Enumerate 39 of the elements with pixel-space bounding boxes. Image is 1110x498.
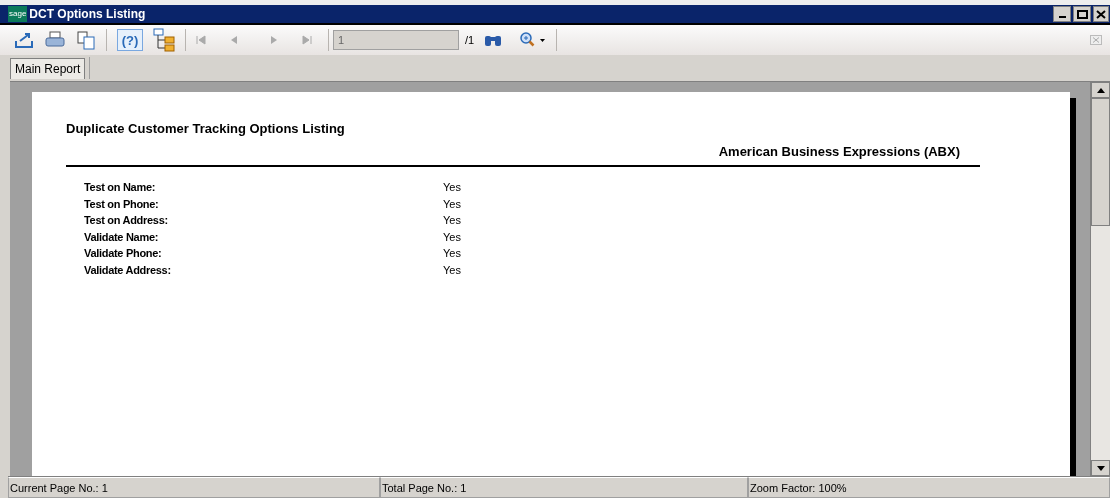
- report-tab[interactable]: Main Report: [10, 58, 86, 79]
- window-title: DCT Options Listing: [29, 6, 146, 23]
- option-label: Test on Phone:: [84, 196, 160, 212]
- previous-page-icon[interactable]: [230, 35, 238, 45]
- close-button[interactable]: [1093, 6, 1109, 22]
- last-page-icon[interactable]: [302, 35, 312, 45]
- maximize-button[interactable]: [1073, 6, 1091, 22]
- help-button[interactable]: (?): [117, 29, 143, 51]
- status-panel: Total Page No.: 1: [380, 477, 748, 498]
- status-panel: Zoom Factor: 100%: [748, 477, 1110, 498]
- option-value: Yes: [443, 213, 461, 229]
- first-page-icon[interactable]: [196, 35, 206, 45]
- option-value: Yes: [443, 229, 461, 245]
- export-icon[interactable]: [14, 31, 34, 49]
- company-name: American Business Expressions (ABX): [718, 142, 960, 161]
- option-label: Validate Name:: [84, 229, 160, 245]
- option-value: Yes: [443, 180, 461, 196]
- option-label: Test on Address:: [84, 213, 169, 229]
- option-label: Test on Name:: [84, 180, 157, 196]
- report-title: Duplicate Customer Tracking Options Listing: [66, 120, 346, 138]
- copy-icon[interactable]: [76, 30, 96, 50]
- option-value: Yes: [443, 263, 461, 278]
- app-logo: sage: [8, 6, 28, 22]
- option-value: Yes: [443, 246, 461, 262]
- scroll-down-arrow-icon[interactable]: [1096, 465, 1105, 471]
- status-panel: Current Page No.: 1: [8, 477, 380, 498]
- option-value: Yes: [443, 196, 461, 212]
- zoom-icon[interactable]: [520, 32, 547, 48]
- next-page-icon[interactable]: [270, 35, 278, 45]
- option-label: Validate Phone:: [84, 246, 163, 262]
- vertical-scrollbar[interactable]: [1090, 82, 1110, 476]
- minimize-button[interactable]: [1053, 6, 1071, 22]
- option-label: Validate Address:: [84, 263, 172, 278]
- page-total: /1: [465, 32, 475, 48]
- binoculars-icon[interactable]: [484, 33, 503, 47]
- printer-icon[interactable]: [44, 31, 66, 49]
- tree-icon[interactable]: [153, 28, 175, 52]
- scroll-up-arrow-icon[interactable]: [1096, 87, 1105, 93]
- page-number-field[interactable]: 1: [333, 30, 459, 50]
